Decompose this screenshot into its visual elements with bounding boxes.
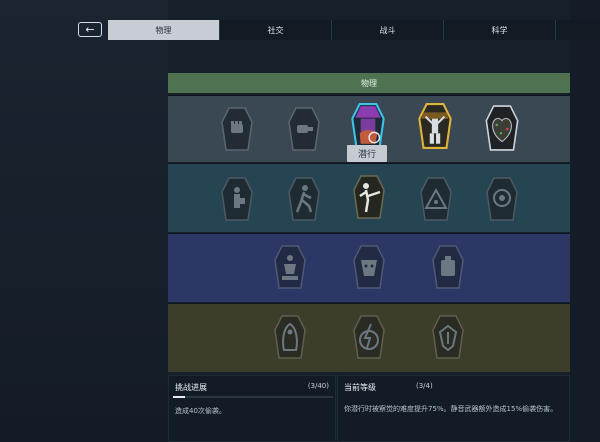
current-level-panel: 当前等级 (3/4) 你潜行时被察觉的难度提升75%。静音武器额外造成15%偷袭… bbox=[337, 375, 570, 442]
skill-cloak[interactable] bbox=[273, 314, 307, 360]
tab-physical[interactable]: 物理 bbox=[108, 20, 220, 40]
back-button[interactable]: ← bbox=[78, 22, 102, 37]
stealth-icon bbox=[351, 103, 385, 149]
runner-icon bbox=[288, 177, 320, 221]
vision-icon bbox=[486, 177, 518, 221]
skill-fist[interactable] bbox=[220, 106, 254, 152]
tab-combat[interactable]: 战斗 bbox=[332, 20, 444, 40]
statue-icon bbox=[274, 245, 306, 289]
skill-mask[interactable] bbox=[352, 244, 386, 290]
skill-camp[interactable] bbox=[419, 176, 453, 222]
back-arrow-icon: ← bbox=[85, 23, 95, 36]
tab-social[interactable]: 社交 bbox=[220, 20, 332, 40]
left-background bbox=[0, 0, 168, 442]
mask-icon bbox=[353, 245, 385, 289]
skill-stealth[interactable] bbox=[350, 102, 386, 150]
thief-icon bbox=[221, 177, 253, 221]
lightning-icon bbox=[353, 315, 385, 359]
heart-icon bbox=[485, 105, 519, 151]
punch-icon bbox=[288, 107, 320, 151]
shield-icon bbox=[432, 315, 464, 359]
strength-icon bbox=[418, 103, 452, 149]
challenge-description: 造成40次偷袭。 bbox=[175, 407, 226, 415]
challenge-count: (3/40) bbox=[307, 382, 329, 390]
skill-runner[interactable] bbox=[287, 176, 321, 222]
category-tabs: 物理 社交 战斗 科学 bbox=[108, 20, 600, 40]
challenge-progress-bar bbox=[173, 396, 333, 398]
skill-strength[interactable] bbox=[417, 102, 453, 150]
challenge-panel: 挑战进展 (3/40) 造成40次偷袭。 bbox=[168, 375, 336, 442]
skill-tooltip: 潜行 bbox=[347, 145, 387, 162]
skill-statue[interactable] bbox=[273, 244, 307, 290]
current-level-count: (3/4) bbox=[416, 382, 433, 390]
current-level-title: 当前等级 bbox=[344, 383, 376, 392]
armor-icon bbox=[432, 245, 464, 289]
skill-heart[interactable] bbox=[484, 104, 520, 152]
challenge-progress-fill bbox=[173, 396, 185, 398]
camp-icon bbox=[420, 177, 452, 221]
skill-shield[interactable] bbox=[431, 314, 465, 360]
skill-thief[interactable] bbox=[220, 176, 254, 222]
skill-lightning[interactable] bbox=[352, 314, 386, 360]
tab-extra[interactable] bbox=[556, 20, 600, 40]
tab-science[interactable]: 科学 bbox=[444, 20, 556, 40]
challenge-title: 挑战进展 bbox=[175, 383, 207, 392]
cloak-icon bbox=[274, 315, 306, 359]
skill-armor[interactable] bbox=[431, 244, 465, 290]
panel-title: 物理 bbox=[168, 73, 570, 93]
skill-kick[interactable] bbox=[352, 174, 386, 220]
skill-vision[interactable] bbox=[485, 176, 519, 222]
kick-icon bbox=[353, 175, 385, 219]
fist-icon bbox=[221, 107, 253, 151]
skill-punch[interactable] bbox=[287, 106, 321, 152]
current-level-description: 你潜行时被察觉的难度提升75%。静音武器额外造成15%偷袭伤害。 bbox=[344, 405, 558, 413]
right-background bbox=[570, 0, 600, 442]
